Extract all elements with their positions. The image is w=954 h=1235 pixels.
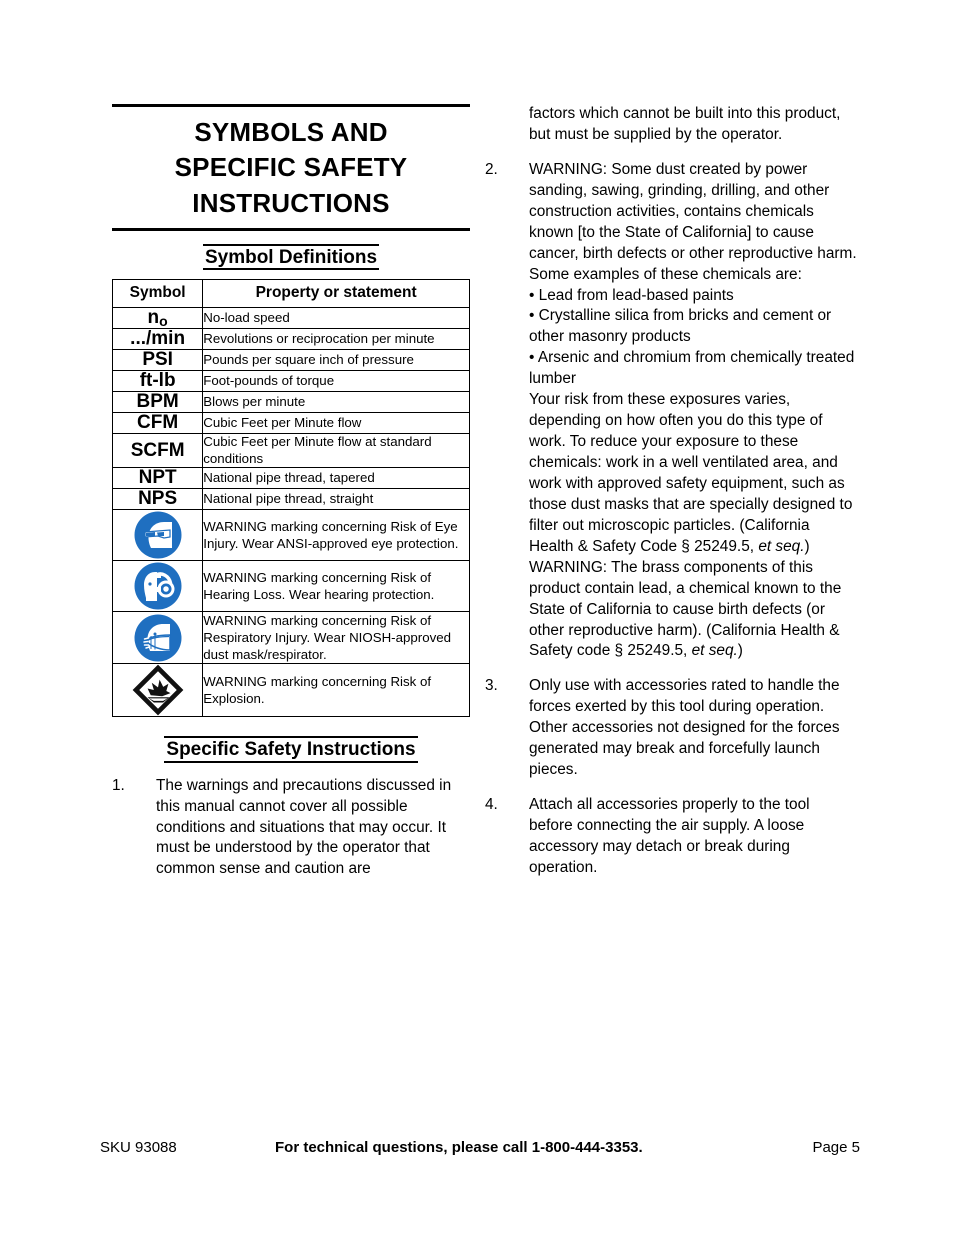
table-row: CFM Cubic Feet per Minute flow bbox=[111, 412, 470, 434]
hearing-protection-icon bbox=[113, 561, 202, 611]
eye-protection-icon bbox=[113, 510, 202, 560]
table-row: ft-lb Foot-pounds of torque bbox=[111, 370, 470, 393]
symbol-cell bbox=[111, 611, 204, 665]
list-item: 2. WARNING: Some dust created by power s… bbox=[485, 160, 857, 663]
page-title-line-1: SYMBOLS AND bbox=[194, 117, 388, 147]
list-item: 1. The warnings and precautions discusse… bbox=[112, 776, 470, 881]
bullet-item: • Crystalline silica from bricks and cem… bbox=[529, 307, 832, 346]
symbol-definitions-heading-text: Symbol Definitions bbox=[202, 244, 380, 271]
symbol-cell bbox=[111, 663, 204, 718]
table-row: NPT National pipe thread, tapered bbox=[111, 467, 470, 490]
description-cell: WARNING marking concerning Risk of Respi… bbox=[202, 611, 470, 665]
symbol-cell bbox=[111, 560, 204, 613]
table-row: BPM Blows per minute bbox=[111, 391, 470, 414]
instructions-list-left: 1. The warnings and precautions discusse… bbox=[112, 776, 470, 881]
footer-tech-support: For technical questions, please call 1-8… bbox=[275, 1139, 643, 1156]
description-cell: National pipe thread, straight bbox=[202, 488, 470, 511]
symbol-subscript: o bbox=[159, 313, 168, 330]
list-item-text: Attach all accessories properly to the t… bbox=[529, 796, 810, 876]
list-item-text-continued-b: WARNING: The brass components of this pr… bbox=[529, 558, 857, 663]
table-row: NPS National pipe thread, straight bbox=[111, 488, 470, 511]
list-item-number: 4. bbox=[485, 796, 498, 814]
left-column: SYMBOLS AND SPECIFIC SAFETY INSTRUCTIONS… bbox=[111, 104, 470, 894]
symbol-cell: .../min bbox=[111, 328, 204, 351]
closing-paren: ) bbox=[737, 642, 743, 660]
symbol-definitions-table: Symbol Property or statement no No-load … bbox=[111, 279, 470, 718]
list-item-continuation-text: factors which cannot be built into this … bbox=[529, 105, 841, 143]
column-header-property: Property or statement bbox=[202, 279, 470, 309]
table-row: SCFM Cubic Feet per Minute flow at stand… bbox=[111, 432, 470, 469]
list-item-body: WARNING: Some dust created by power sand… bbox=[529, 160, 857, 663]
description-cell: National pipe thread, tapered bbox=[202, 467, 470, 490]
page-title: SYMBOLS AND SPECIFIC SAFETY INSTRUCTIONS bbox=[112, 115, 470, 221]
specific-safety-instructions-heading: Specific Safety Instructions bbox=[112, 736, 470, 763]
list-item-number: 1. bbox=[112, 776, 125, 794]
bullet-list: • Lead from lead-based paints • Crystall… bbox=[529, 286, 857, 391]
right-column: factors which cannot be built into this … bbox=[485, 104, 857, 893]
instructions-list-right: factors which cannot be built into this … bbox=[485, 104, 857, 879]
specific-safety-instructions-heading-text: Specific Safety Instructions bbox=[164, 736, 418, 763]
symbol-cell: PSI bbox=[111, 349, 204, 372]
table-row: WARNING marking concerning Risk of Respi… bbox=[111, 611, 470, 665]
list-item-text: The warnings and precautions discussed i… bbox=[156, 776, 452, 878]
symbol-cell: CFM bbox=[111, 412, 204, 434]
list-item-number: 3. bbox=[485, 677, 498, 695]
description-cell: WARNING marking concerning Risk of Heari… bbox=[202, 560, 470, 613]
bullet-item: • Lead from lead-based paints bbox=[529, 286, 734, 304]
symbol-text: n bbox=[147, 307, 160, 329]
manual-page: SYMBOLS AND SPECIFIC SAFETY INSTRUCTIONS… bbox=[0, 0, 954, 1235]
description-cell: Pounds per square inch of pressure bbox=[202, 349, 470, 372]
description-cell: Foot-pounds of torque bbox=[202, 370, 470, 393]
symbol-cell: no bbox=[111, 307, 204, 330]
table-row: WARNING marking concerning Risk of Heari… bbox=[111, 560, 470, 613]
symbol-cell: BPM bbox=[111, 391, 204, 414]
column-header-symbol: Symbol bbox=[111, 279, 204, 309]
table-row: WARNING marking concerning Risk of Explo… bbox=[111, 663, 470, 718]
description-cell: Revolutions or reciprocation per minute bbox=[202, 328, 470, 351]
table-row: PSI Pounds per square inch of pressure bbox=[111, 349, 470, 372]
symbol-cell: SCFM bbox=[111, 432, 204, 469]
et-seq-italic: et seq. bbox=[691, 642, 738, 660]
symbol-definitions-heading: Symbol Definitions bbox=[112, 244, 470, 271]
page-footer: SKU 93088 For technical questions, pleas… bbox=[100, 1139, 860, 1156]
list-item: 3. Only use with accessories rated to ha… bbox=[485, 676, 857, 781]
symbol-cell: NPS bbox=[111, 488, 204, 511]
footer-page-number: Page 5 bbox=[812, 1139, 860, 1156]
exposure-paragraph: Your risk from these exposures varies, d… bbox=[529, 391, 853, 555]
table-row: no No-load speed bbox=[111, 307, 470, 330]
respirator-icon bbox=[113, 613, 202, 663]
brass-warning-paragraph: WARNING: The brass components of this pr… bbox=[529, 558, 842, 660]
list-item-text-continued-a: Your risk from these exposures varies, d… bbox=[529, 390, 857, 558]
page-title-line-2: SPECIFIC SAFETY bbox=[174, 152, 408, 183]
symbol-cell: ft-lb bbox=[111, 370, 204, 393]
table-row: WARNING marking concerning Risk of Eye I… bbox=[111, 509, 470, 562]
description-cell: Blows per minute bbox=[202, 391, 470, 414]
table-header-row: Symbol Property or statement bbox=[111, 279, 470, 309]
explosion-icon bbox=[113, 664, 202, 716]
page-title-block: SYMBOLS AND SPECIFIC SAFETY INSTRUCTIONS bbox=[112, 104, 470, 232]
list-item-text: WARNING: Some dust created by power sand… bbox=[529, 160, 857, 283]
table-row: .../min Revolutions or reciprocation per… bbox=[111, 328, 470, 351]
list-item-text: Only use with accessories rated to handl… bbox=[529, 677, 840, 779]
description-cell: WARNING marking concerning Risk of Explo… bbox=[202, 663, 470, 718]
description-cell: Cubic Feet per Minute flow bbox=[202, 412, 470, 434]
list-item-number: 2. bbox=[485, 160, 498, 178]
list-item: 4. Attach all accessories properly to th… bbox=[485, 795, 857, 879]
symbol-cell bbox=[111, 509, 204, 562]
closing-paren: ) bbox=[804, 537, 810, 555]
footer-sku: SKU 93088 bbox=[100, 1139, 177, 1156]
page-title-line-3: INSTRUCTIONS bbox=[192, 187, 390, 218]
symbol-cell: NPT bbox=[111, 467, 204, 490]
description-cell: Cubic Feet per Minute flow at standard c… bbox=[202, 432, 470, 469]
description-cell: WARNING marking concerning Risk of Eye I… bbox=[202, 509, 470, 562]
bullet-item: • Arsenic and chromium from chemically t… bbox=[529, 349, 855, 388]
description-cell: No-load speed bbox=[202, 307, 470, 330]
list-item-continuation: factors which cannot be built into this … bbox=[485, 104, 857, 146]
et-seq-italic: et seq. bbox=[758, 537, 805, 555]
